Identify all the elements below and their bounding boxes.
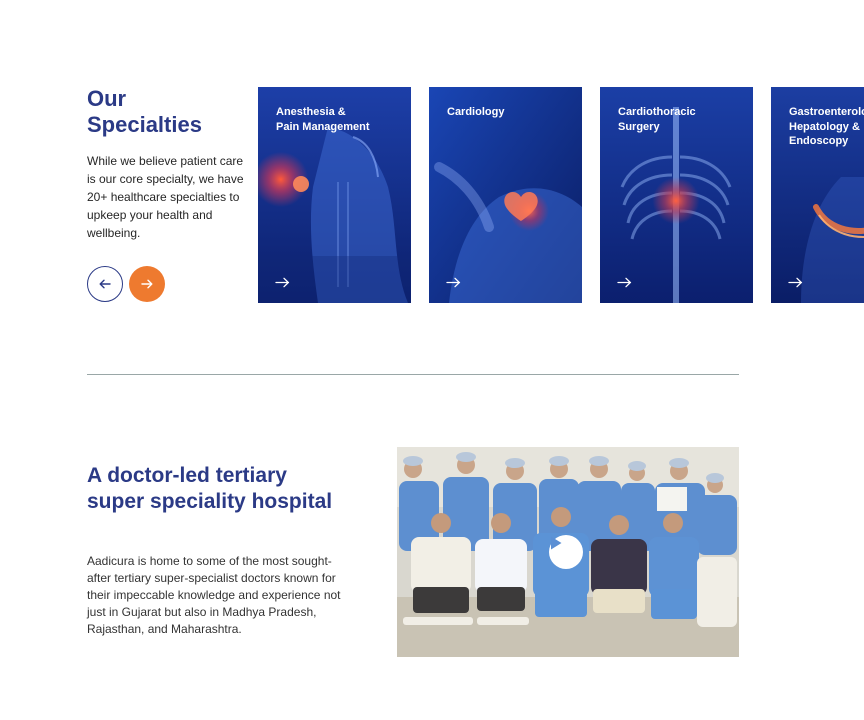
card-footer: [771, 256, 864, 303]
hospital-description: Aadicura is home to some of the most sou…: [87, 554, 341, 636]
specialty-card-title: Cardiology: [447, 106, 505, 118]
carousel-next-button[interactable]: [129, 266, 165, 302]
specialty-card-title: Gastroenterology, Hepatology & Endoscopy: [789, 106, 864, 147]
arrow-left-icon: [99, 279, 111, 289]
arrow-right-icon: [275, 277, 290, 288]
specialty-card-cardiothoracic[interactable]: Cardiothoracic Surgery: [600, 87, 753, 303]
arrow-right-icon: [617, 277, 632, 288]
arrow-right-icon: [788, 277, 803, 288]
specialty-card-title: Anesthesia & Pain Management: [276, 106, 370, 133]
specialty-card-cardiology[interactable]: Cardiology: [429, 87, 582, 303]
play-icon: [551, 536, 562, 550]
specialty-carousel: Anesthesia & Pain Management Cardiology …: [258, 87, 864, 303]
section-divider: [87, 374, 739, 375]
doctors-video[interactable]: [397, 447, 739, 657]
play-button[interactable]: [549, 535, 583, 569]
carousel-prev-button[interactable]: [87, 266, 123, 302]
specialty-card-anesthesia[interactable]: Anesthesia & Pain Management: [258, 87, 411, 303]
specialties-section: Our Specialties While we believe patient…: [0, 0, 864, 340]
specialties-intro: Our Specialties While we believe patient…: [87, 86, 247, 242]
hospital-title: A doctor-led tertiary super speciality h…: [87, 464, 333, 513]
specialties-title: Our Specialties: [87, 86, 202, 137]
arrow-right-icon: [141, 279, 153, 289]
arrow-right-icon: [446, 277, 461, 288]
specialties-description: While we believe patient care is our cor…: [87, 154, 244, 240]
specialty-card-gastroenterology[interactable]: Gastroenterology, Hepatology & Endoscopy: [771, 87, 864, 303]
specialty-card-title: Cardiothoracic Surgery: [618, 106, 696, 133]
